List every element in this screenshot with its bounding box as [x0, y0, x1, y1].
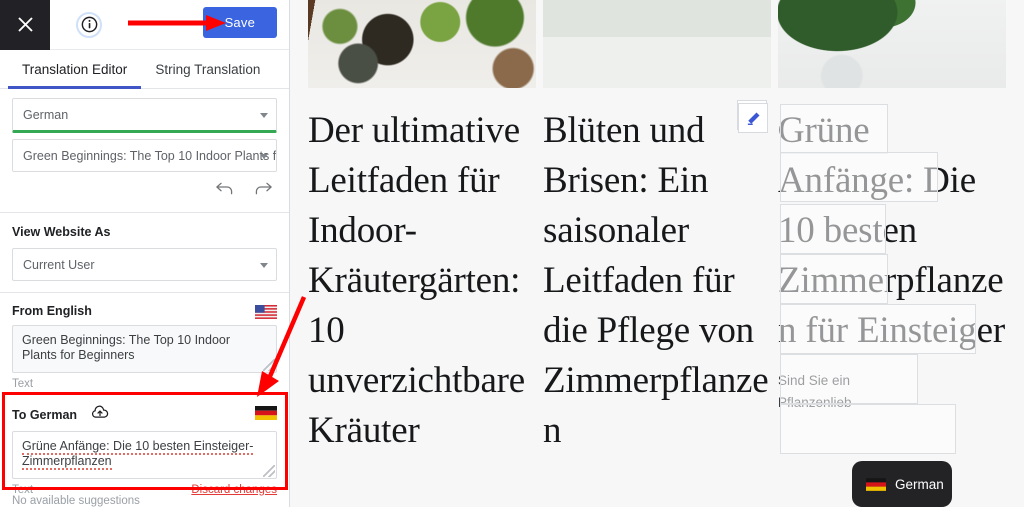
preview-column-1: Der ultimative Leitfaden für Indoor-Kräu…	[308, 0, 536, 456]
plant-potting-photo	[308, 0, 536, 88]
language-select[interactable]: German	[12, 98, 277, 133]
no-suggestions-label: No available suggestions	[12, 495, 140, 507]
target-textarea-wrap: Grüne Anfänge: Die 10 besten Einsteiger-…	[0, 424, 289, 479]
translation-editor-panel: Save Translation Editor String Translati…	[0, 0, 290, 507]
language-badge[interactable]: German	[852, 461, 952, 507]
us-flag-icon	[255, 305, 277, 319]
de-flag-icon	[866, 477, 886, 491]
source-meta-row: Text	[0, 373, 289, 390]
column-3-headline[interactable]: Grüne Anfänge: Die 10 besten Zimmerpflan…	[778, 106, 1006, 356]
tab-translation-editor[interactable]: Translation Editor	[8, 50, 142, 89]
target-text-line-1: Grüne Anfänge: Die 10 besten Einsteiger-	[22, 439, 254, 455]
panel-tabs: Translation Editor String Translation	[0, 50, 289, 89]
view-as-value: Current User	[23, 257, 95, 272]
preview-column-3: Grüne Anfänge: Die 10 besten Zimmerpflan…	[778, 0, 1006, 414]
language-badge-label: German	[895, 476, 944, 492]
tab-string-translation[interactable]: String Translation	[141, 50, 274, 88]
target-meta-row: Text Discard changes	[0, 479, 289, 496]
resize-grip[interactable]	[263, 465, 275, 477]
undo-icon[interactable]	[215, 181, 234, 201]
column-3-body-line-1: Sind Sie ein	[778, 373, 851, 388]
column-1-headline[interactable]: Der ultimative Leitfaden für Indoor-Kräu…	[308, 106, 536, 456]
redo-icon[interactable]	[254, 181, 273, 201]
target-language-header: To German	[0, 390, 289, 424]
info-icon[interactable]	[76, 11, 102, 38]
view-as-group: Current User	[0, 239, 289, 281]
target-text-field[interactable]: Grüne Anfänge: Die 10 besten Einsteiger-…	[12, 431, 277, 479]
resize-grip[interactable]	[263, 359, 275, 371]
panel-toolbar: Save	[0, 0, 289, 50]
source-language-header: From English	[0, 293, 289, 319]
target-language-label: To German	[12, 407, 78, 422]
save-button[interactable]: Save	[202, 7, 277, 38]
source-field-type: Text	[12, 378, 34, 390]
cloud-upload-icon[interactable]	[91, 405, 109, 424]
target-text-line-2: Zimmerpflanzen	[22, 454, 112, 470]
leaf-vase-photo	[778, 0, 1006, 88]
windowsill-plants-photo	[543, 0, 771, 88]
chevron-down-icon	[260, 153, 268, 159]
discard-changes-link[interactable]: Discard changes	[191, 484, 277, 496]
screen-root: Save Translation Editor String Translati…	[0, 0, 1024, 507]
preview-column-2: Blüten und Brisen: Ein saisonaler Leitfa…	[543, 0, 771, 456]
source-language-label: From English	[12, 304, 92, 318]
de-flag-icon	[255, 406, 277, 420]
post-select[interactable]: Green Beginnings: The Top 10 Indoor Plan…	[12, 139, 277, 172]
chevron-down-icon	[260, 262, 268, 268]
post-select-value: Green Beginnings: The Top 10 Indoor Plan…	[23, 148, 277, 163]
source-textarea-wrap: Green Beginnings: The Top 10 Indoor Plan…	[0, 318, 289, 373]
chevron-down-icon	[260, 112, 268, 118]
website-preview: Der ultimative Leitfaden für Indoor-Kräu…	[290, 0, 1024, 507]
column-3-body-line-2: Pflanzenlieb	[778, 395, 852, 410]
history-controls	[0, 172, 289, 201]
edit-pencil-icon[interactable]	[738, 103, 768, 133]
language-select-value: German	[23, 107, 69, 122]
source-text-field[interactable]: Green Beginnings: The Top 10 Indoor Plan…	[12, 325, 277, 373]
close-icon[interactable]	[0, 0, 50, 50]
column-2-headline[interactable]: Blüten und Brisen: Ein saisonaler Leitfa…	[543, 106, 771, 456]
view-as-select[interactable]: Current User	[12, 248, 277, 281]
selectors-group: German Green Beginnings: The Top 10 Indo…	[0, 89, 289, 172]
view-website-as-label: View Website As	[12, 225, 111, 239]
